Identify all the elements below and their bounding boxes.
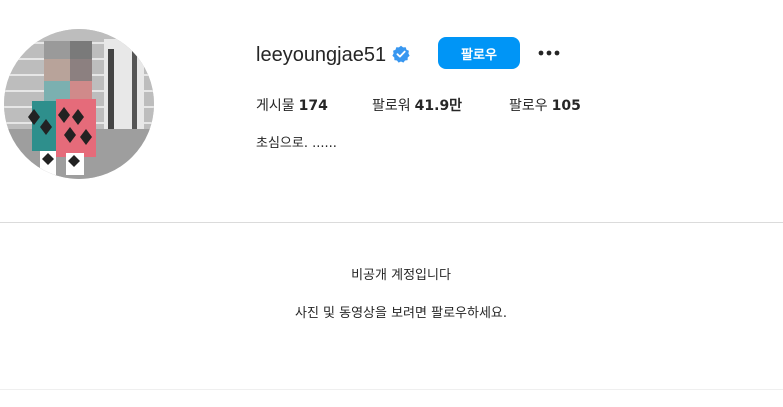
profile-avatar[interactable]	[4, 29, 154, 179]
stat-posts-label: 게시물	[256, 98, 295, 114]
stat-followers-count: 41.9만	[414, 98, 463, 114]
private-account-description: 사진 및 동영상을 보려면 팔로우하세요.	[294, 306, 508, 321]
follow-button[interactable]: 팔로우	[438, 37, 520, 69]
stat-followers[interactable]: 팔로워 41.9만	[372, 96, 462, 116]
stat-following[interactable]: 팔로우 105	[509, 96, 581, 116]
profile-bio: 초심으로. ......	[256, 136, 337, 151]
stat-posts-count: 174	[298, 98, 328, 114]
stat-posts: 게시물 174	[256, 96, 328, 116]
private-account-title: 비공개 계정입니다	[351, 268, 451, 283]
stat-following-label: 팔로우	[509, 98, 548, 114]
profile-username: leeyoungjae51	[256, 44, 387, 66]
avatar-image	[4, 29, 154, 179]
stat-followers-label: 팔로워	[372, 98, 411, 114]
bottom-divider	[0, 389, 783, 390]
ellipsis-icon[interactable]	[536, 41, 562, 65]
stat-following-count: 105	[551, 98, 581, 114]
verified-badge-icon	[392, 45, 410, 63]
section-divider	[0, 222, 783, 223]
